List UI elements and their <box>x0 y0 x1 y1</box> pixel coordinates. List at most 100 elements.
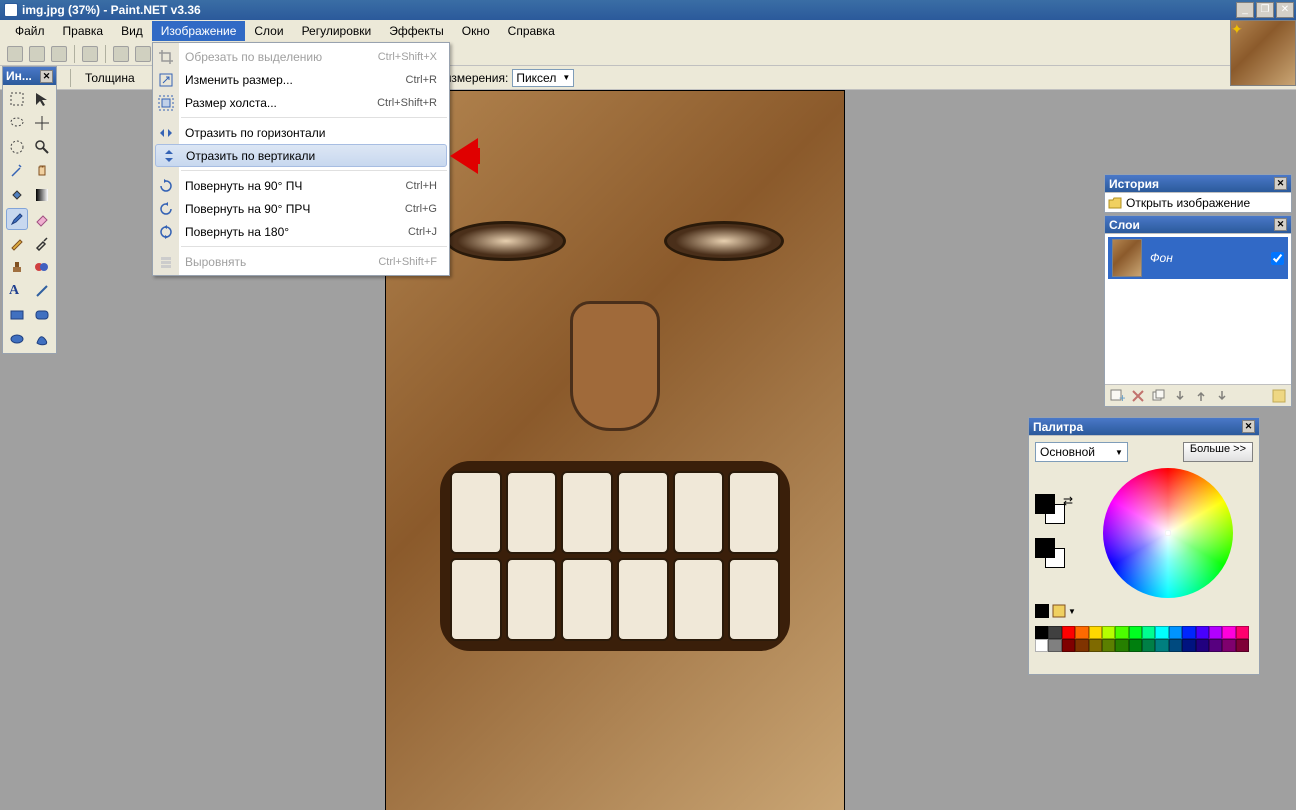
dropdown-arrow-icon[interactable]: ▼ <box>1068 607 1076 616</box>
color-swatch[interactable] <box>1222 639 1235 652</box>
primary-secondary-swatches[interactable]: ⇄ <box>1035 494 1073 528</box>
color-swatch[interactable] <box>1169 626 1182 639</box>
black-swatch[interactable] <box>1035 538 1055 558</box>
color-swatch[interactable] <box>1182 626 1195 639</box>
canvas[interactable] <box>385 90 845 810</box>
pencil-tool[interactable] <box>6 232 28 254</box>
duplicate-layer-icon[interactable] <box>1151 388 1167 404</box>
add-swatch-icon[interactable] <box>1052 604 1066 618</box>
menu-item[interactable]: Изменить размер...Ctrl+R <box>153 68 449 91</box>
new-icon[interactable] <box>7 46 23 62</box>
close-icon[interactable]: ✕ <box>1242 420 1255 433</box>
color-swatch[interactable] <box>1209 626 1222 639</box>
color-swatch[interactable] <box>1089 639 1102 652</box>
eraser-tool[interactable] <box>31 208 53 230</box>
color-swatch[interactable] <box>1155 639 1168 652</box>
cut-icon[interactable] <box>113 46 129 62</box>
color-swatch[interactable] <box>1035 626 1048 639</box>
move-tool[interactable] <box>31 88 53 110</box>
menu-item[interactable]: Повернуть на 180°Ctrl+J <box>153 220 449 243</box>
layer-visibility-checkbox[interactable] <box>1271 252 1284 265</box>
magic-wand-tool[interactable] <box>6 160 28 182</box>
history-panel[interactable]: История ✕ Открыть изображение <box>1104 174 1292 213</box>
color-swatch[interactable] <box>1089 626 1102 639</box>
color-swatch[interactable] <box>1169 639 1182 652</box>
add-layer-icon[interactable]: + <box>1109 388 1125 404</box>
color-swatch[interactable] <box>1115 639 1128 652</box>
color-swatch[interactable] <box>1209 639 1222 652</box>
color-wheel-cursor[interactable] <box>1165 530 1171 536</box>
default-swatches[interactable] <box>1035 538 1073 572</box>
color-swatch[interactable] <box>1182 639 1195 652</box>
color-swatch[interactable] <box>1075 639 1088 652</box>
menu-окно[interactable]: Окно <box>453 21 499 41</box>
layers-panel[interactable]: Слои ✕ Фон + <box>1104 215 1292 407</box>
freeform-tool[interactable] <box>31 328 53 350</box>
color-swatch[interactable] <box>1142 626 1155 639</box>
color-mode-select[interactable]: Основной ▼ <box>1035 442 1128 462</box>
menu-item[interactable]: Повернуть на 90° ПРЧCtrl+G <box>153 197 449 220</box>
fill-tool[interactable] <box>6 184 28 206</box>
pan-tool[interactable] <box>31 160 53 182</box>
text-tool[interactable]: A <box>6 280 28 302</box>
color-wheel[interactable] <box>1103 468 1233 598</box>
maximize-button[interactable]: ❐ <box>1256 2 1274 18</box>
color-swatch[interactable] <box>1142 639 1155 652</box>
save-icon[interactable] <box>51 46 67 62</box>
recolor-tool[interactable] <box>31 256 53 278</box>
menu-файл[interactable]: Файл <box>6 21 54 41</box>
layers-panel-title[interactable]: Слои ✕ <box>1105 216 1291 233</box>
color-swatch[interactable] <box>1129 639 1142 652</box>
color-swatch[interactable] <box>1035 639 1048 652</box>
swap-colors-icon[interactable]: ⇄ <box>1063 494 1073 504</box>
menu-item[interactable]: Отразить по горизонтали <box>153 121 449 144</box>
copy-icon[interactable] <box>135 46 151 62</box>
color-swatch[interactable] <box>1062 626 1075 639</box>
menu-справка[interactable]: Справка <box>499 21 564 41</box>
unit-select[interactable]: Пиксел ▼ <box>512 69 574 87</box>
colors-panel[interactable]: Палитра ✕ Основной ▼ Больше >> ⇄ <box>1028 417 1260 675</box>
color-swatch[interactable] <box>1129 626 1142 639</box>
color-swatch[interactable] <box>1075 626 1088 639</box>
close-icon[interactable]: ✕ <box>1274 177 1287 190</box>
current-color-swatch[interactable] <box>1035 604 1049 618</box>
menu-item[interactable]: Отразить по вертикали <box>155 144 447 167</box>
menu-item[interactable]: Размер холста...Ctrl+Shift+R <box>153 91 449 114</box>
rect-select-tool[interactable] <box>6 88 28 110</box>
document-thumbnail[interactable]: ✦ <box>1230 20 1296 86</box>
properties-icon[interactable] <box>1271 388 1287 404</box>
history-item[interactable]: Открыть изображение <box>1105 192 1291 212</box>
color-swatch[interactable] <box>1196 626 1209 639</box>
eyedropper-tool[interactable] <box>31 232 53 254</box>
merge-down-icon[interactable] <box>1172 388 1188 404</box>
menu-слои[interactable]: Слои <box>245 21 292 41</box>
color-swatch[interactable] <box>1236 639 1249 652</box>
close-icon[interactable]: ✕ <box>1274 218 1287 231</box>
clone-stamp-tool[interactable] <box>6 256 28 278</box>
move-down-icon[interactable] <box>1214 388 1230 404</box>
color-swatch[interactable] <box>1155 626 1168 639</box>
ellipse-select-tool[interactable] <box>6 136 28 158</box>
history-panel-title[interactable]: История ✕ <box>1105 175 1291 192</box>
primary-color-swatch[interactable] <box>1035 494 1055 514</box>
ellipse-tool[interactable] <box>6 328 28 350</box>
menu-вид[interactable]: Вид <box>112 21 152 41</box>
menu-item[interactable]: Повернуть на 90° ПЧCtrl+H <box>153 174 449 197</box>
open-icon[interactable] <box>29 46 45 62</box>
line-tool[interactable] <box>31 280 53 302</box>
zoom-tool[interactable] <box>31 136 53 158</box>
tools-panel-title[interactable]: Ин... ✕ <box>3 67 56 85</box>
gradient-tool[interactable] <box>31 184 53 206</box>
move-up-icon[interactable] <box>1193 388 1209 404</box>
colors-panel-title[interactable]: Палитра ✕ <box>1029 418 1259 435</box>
color-swatch[interactable] <box>1048 639 1061 652</box>
tools-panel[interactable]: Ин... ✕ A <box>2 66 57 354</box>
paintbrush-tool[interactable] <box>6 208 28 230</box>
lasso-tool[interactable] <box>6 112 28 134</box>
color-swatch[interactable] <box>1102 626 1115 639</box>
close-button[interactable]: ✕ <box>1276 2 1294 18</box>
color-swatch[interactable] <box>1196 639 1209 652</box>
rectangle-tool[interactable] <box>6 304 28 326</box>
layer-row[interactable]: Фон <box>1108 237 1288 279</box>
menu-правка[interactable]: Правка <box>54 21 113 41</box>
